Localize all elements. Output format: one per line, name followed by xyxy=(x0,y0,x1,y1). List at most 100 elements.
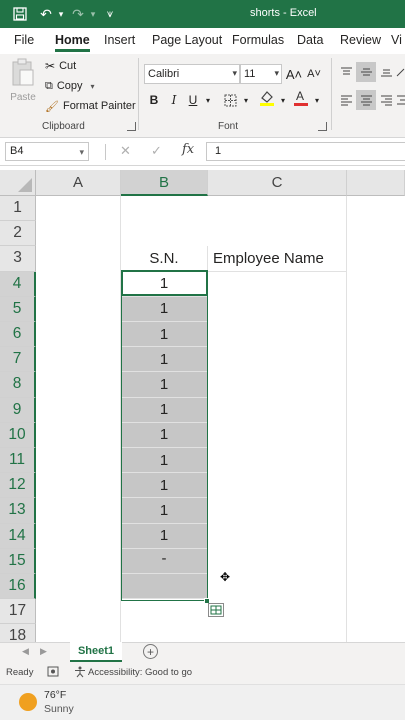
align-left-icon[interactable] xyxy=(336,90,356,110)
column-header-c[interactable]: C xyxy=(208,170,347,196)
sheet-next-icon[interactable]: ▶ xyxy=(40,646,47,657)
orientation-icon[interactable] xyxy=(396,62,405,82)
sheet-prev-icon[interactable]: ◀ xyxy=(22,646,29,657)
column-header-b[interactable]: B xyxy=(121,170,208,196)
add-sheet-button[interactable]: + xyxy=(143,644,158,659)
accessibility-status[interactable]: Accessibility: Good to go xyxy=(88,667,192,678)
cancel-icon[interactable]: ✕ xyxy=(120,143,131,159)
cell-b3[interactable]: S.N. xyxy=(121,246,208,272)
chevron-down-icon[interactable]: ▾ xyxy=(79,144,84,161)
quick-analysis-icon[interactable] xyxy=(208,603,224,617)
tab-insert[interactable]: Insert xyxy=(104,33,135,47)
cell-b4[interactable]: 1 xyxy=(121,271,208,297)
enter-icon[interactable]: ✓ xyxy=(151,143,162,159)
redo-icon[interactable]: ↷ xyxy=(70,4,86,24)
tab-review[interactable]: Review xyxy=(340,33,381,47)
align-center-icon[interactable] xyxy=(356,90,376,110)
sheet-tab-sheet1[interactable]: Sheet1 xyxy=(70,642,122,662)
cell-b16[interactable] xyxy=(121,574,208,600)
row-header-14[interactable]: 14 xyxy=(0,523,36,549)
row-header-12[interactable]: 12 xyxy=(0,473,36,499)
row-header-17[interactable]: 17 xyxy=(0,599,36,625)
copy-button[interactable]: ⧉ Copy ▾ xyxy=(45,78,95,94)
redo-dropdown-icon[interactable]: ▾ xyxy=(88,4,98,24)
cell-b9[interactable]: 1 xyxy=(121,397,208,423)
font-name-select[interactable]: Calibri ▾ xyxy=(144,64,240,84)
font-size-select[interactable]: 11 ▾ xyxy=(240,64,282,84)
chevron-down-icon[interactable]: ▾ xyxy=(198,90,218,110)
row-header-6[interactable]: 6 xyxy=(0,322,36,348)
italic-button[interactable]: I xyxy=(164,90,184,110)
weather-condition[interactable]: Sunny xyxy=(44,703,74,715)
row-header-8[interactable]: 8 xyxy=(0,372,36,398)
clipboard-dialog-launcher-icon[interactable] xyxy=(127,122,136,131)
row-header-2[interactable]: 2 xyxy=(0,221,36,247)
chevron-down-icon[interactable]: ▾ xyxy=(307,90,327,110)
ribbon: Paste ✂ Cut ⧉ Copy ▾ 🖌 Format Painter Cl… xyxy=(0,54,405,138)
row-header-16[interactable]: 16 xyxy=(0,574,36,600)
increase-font-size-button[interactable]: A˄ xyxy=(284,64,304,84)
decrease-font-size-button[interactable]: A˅ xyxy=(304,64,324,84)
formula-input[interactable]: 1 xyxy=(206,142,405,161)
chevron-down-icon[interactable]: ▾ xyxy=(236,90,256,110)
row-header-11[interactable]: 11 xyxy=(0,448,36,474)
align-right-icon[interactable] xyxy=(376,90,396,110)
save-icon[interactable] xyxy=(10,4,30,24)
row-header-4[interactable]: 4 xyxy=(0,271,36,297)
tab-home[interactable]: Home xyxy=(55,33,90,52)
indent-icon[interactable] xyxy=(396,90,405,110)
macro-record-icon[interactable] xyxy=(47,666,59,680)
chevron-down-icon: ▾ xyxy=(232,68,237,78)
cell-b14[interactable]: 1 xyxy=(121,523,208,549)
cell-b15[interactable]: - xyxy=(121,548,208,574)
row-header-5[interactable]: 5 xyxy=(0,296,36,322)
tab-view[interactable]: Vi xyxy=(391,33,402,47)
cell-b7[interactable]: 1 xyxy=(121,347,208,373)
undo-icon[interactable]: ↶ xyxy=(38,4,54,24)
insert-function-icon[interactable]: fx xyxy=(182,142,194,157)
column-header-d[interactable] xyxy=(347,170,405,196)
cell-b11[interactable]: 1 xyxy=(121,448,208,474)
worksheet-grid[interactable]: A B C 1 2 3 4 5 6 7 8 9 10 11 12 13 14 1… xyxy=(0,166,405,642)
cell-b10[interactable]: 1 xyxy=(121,422,208,448)
select-all-button[interactable] xyxy=(0,170,36,196)
align-top-icon[interactable] xyxy=(336,62,356,82)
bold-button[interactable]: B xyxy=(144,90,164,110)
undo-dropdown-icon[interactable]: ▾ xyxy=(56,4,66,24)
chevron-down-icon[interactable]: ▾ xyxy=(91,82,95,91)
tab-page-layout[interactable]: Page Layout xyxy=(152,33,222,47)
formula-bar: B4 ▾ ✕ ✓ fx 1 xyxy=(0,138,405,166)
row-header-3[interactable]: 3 xyxy=(0,246,36,272)
cell-b12[interactable]: 1 xyxy=(121,473,208,499)
row-header-15[interactable]: 15 xyxy=(0,548,36,574)
tab-file[interactable]: File xyxy=(14,33,34,47)
cell-b13[interactable]: 1 xyxy=(121,498,208,524)
accessibility-icon[interactable] xyxy=(74,666,86,681)
cell-b5[interactable]: 1 xyxy=(121,296,208,322)
tab-formulas[interactable]: Formulas xyxy=(232,33,284,47)
cut-button[interactable]: ✂ Cut xyxy=(45,58,76,74)
align-bottom-icon[interactable] xyxy=(376,62,396,82)
row-header-9[interactable]: 9 xyxy=(0,397,36,423)
row-header-13[interactable]: 13 xyxy=(0,498,36,524)
cell-b6[interactable]: 1 xyxy=(121,322,208,348)
paste-label: Paste xyxy=(10,92,36,103)
row-header-10[interactable]: 10 xyxy=(0,422,36,448)
customize-toolbar-icon[interactable]: ⩛ xyxy=(103,4,117,24)
row-header-1[interactable]: 1 xyxy=(0,196,36,222)
format-painter-button[interactable]: 🖌 Format Painter xyxy=(45,98,136,114)
formula-divider xyxy=(105,144,106,160)
name-box[interactable]: B4 ▾ xyxy=(5,142,89,161)
paste-button[interactable]: Paste xyxy=(8,58,38,114)
align-middle-icon[interactable] xyxy=(356,62,376,82)
row-header-18[interactable]: 18 xyxy=(0,624,36,642)
font-dialog-launcher-icon[interactable] xyxy=(318,122,327,131)
chevron-down-icon[interactable]: ▾ xyxy=(273,90,293,110)
tab-data[interactable]: Data xyxy=(297,33,323,47)
weather-temperature[interactable]: 76°F xyxy=(44,689,66,701)
cell-b8[interactable]: 1 xyxy=(121,372,208,398)
column-header-a[interactable]: A xyxy=(36,170,121,196)
row-header-7[interactable]: 7 xyxy=(0,347,36,373)
cell-c3[interactable]: Employee Name xyxy=(208,246,347,272)
sun-icon[interactable] xyxy=(19,693,37,711)
